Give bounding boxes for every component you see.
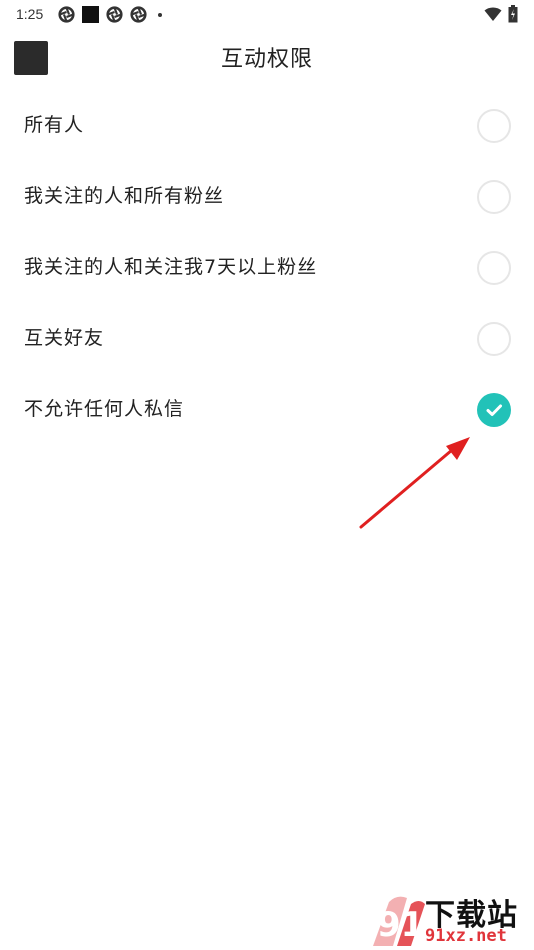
- status-system-icons: [484, 5, 518, 23]
- dot-icon: [158, 12, 162, 17]
- option-row[interactable]: 互关好友: [0, 303, 534, 374]
- option-label: 所有人: [24, 114, 85, 136]
- wifi-icon: [484, 7, 502, 21]
- watermark-logo: 91: [373, 896, 425, 946]
- radio-checked[interactable]: [477, 393, 511, 427]
- watermark: 91 下载站 91xz.net: [359, 890, 534, 950]
- radio-unchecked[interactable]: [477, 180, 511, 214]
- option-label: 不允许任何人私信: [24, 398, 185, 420]
- black-square-icon: [82, 6, 99, 23]
- battery-icon: [508, 5, 518, 23]
- watermark-logo-text: 91: [377, 905, 424, 945]
- check-icon: [486, 404, 502, 416]
- status-notification-icons: [58, 6, 162, 23]
- option-label: 我关注的人和关注我7天以上粉丝: [24, 256, 318, 278]
- option-row[interactable]: 我关注的人和所有粉丝: [0, 161, 534, 232]
- back-button[interactable]: [14, 41, 48, 75]
- aperture-icon: [130, 6, 147, 23]
- option-row[interactable]: 我关注的人和关注我7天以上粉丝: [0, 232, 534, 303]
- status-bar: 1:25: [0, 0, 534, 30]
- option-label: 互关好友: [24, 327, 105, 349]
- aperture-icon: [106, 6, 123, 23]
- option-row[interactable]: 不允许任何人私信: [0, 374, 534, 445]
- option-row[interactable]: 所有人: [0, 90, 534, 161]
- options-list: 所有人我关注的人和所有粉丝我关注的人和关注我7天以上粉丝 互关好友不允许任何人私信: [0, 90, 534, 445]
- option-label: 我关注的人和所有粉丝: [24, 185, 225, 207]
- status-time: 1:25: [16, 6, 44, 22]
- radio-unchecked[interactable]: [477, 109, 511, 143]
- radio-unchecked[interactable]: [477, 251, 511, 285]
- header: 互动权限: [0, 30, 534, 90]
- page-title: 互动权限: [220, 47, 313, 72]
- aperture-icon: [58, 6, 75, 23]
- watermark-url: 91xz.net: [425, 926, 507, 946]
- radio-unchecked[interactable]: [477, 322, 511, 356]
